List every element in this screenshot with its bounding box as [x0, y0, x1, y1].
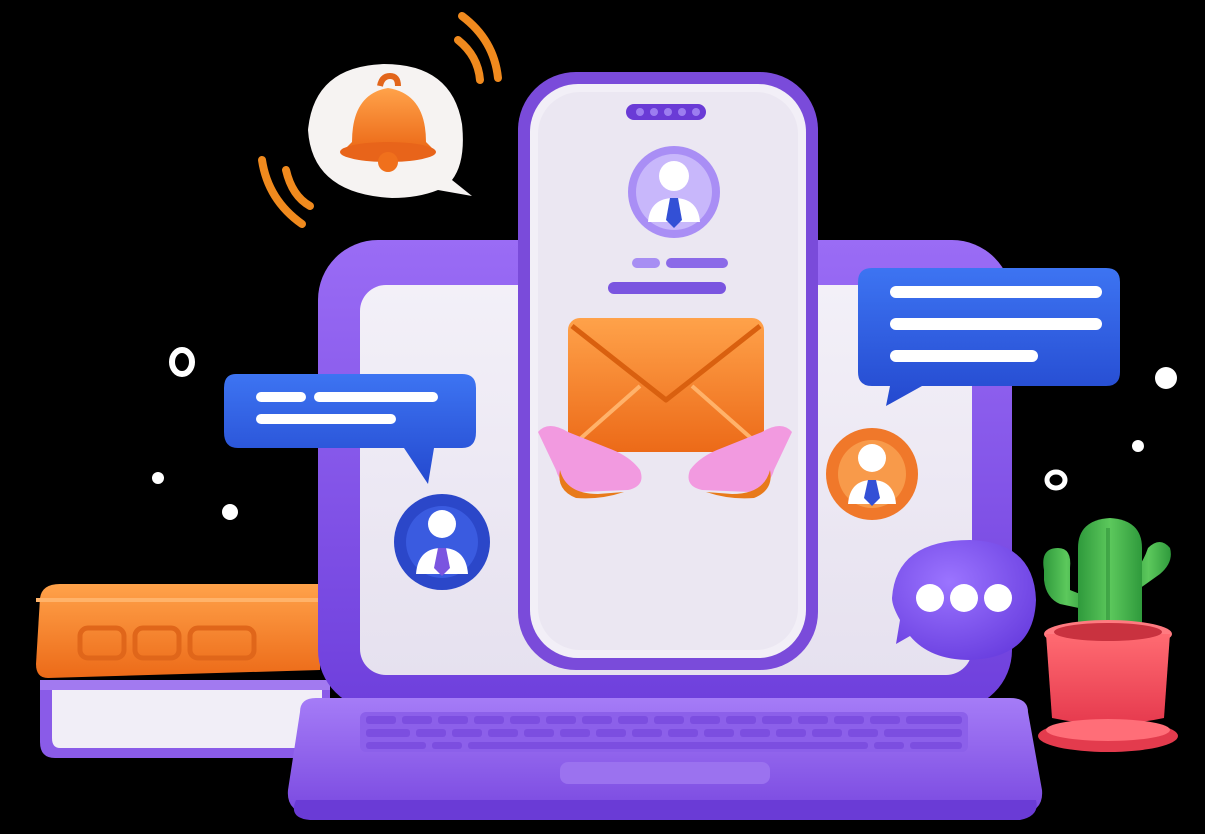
- phone-text-line: [632, 258, 660, 268]
- user-avatar-icon: [394, 494, 490, 590]
- bubble-text-line: [314, 392, 438, 402]
- user-avatar-icon: [628, 146, 720, 238]
- phone-text-line: [608, 282, 726, 294]
- laptop-trackpad: [560, 762, 770, 784]
- bubble-text-line: [256, 414, 396, 424]
- books-icon: [36, 584, 330, 758]
- bubble-text-line: [890, 286, 1102, 298]
- laptop-keyboard: [360, 712, 968, 752]
- illustration-scene: [0, 0, 1205, 834]
- book-orange: [36, 584, 320, 678]
- bubble-text-line: [256, 392, 306, 402]
- chat-bubble-icon: [858, 268, 1120, 406]
- smartphone-icon: [518, 72, 818, 670]
- bubble-text-line: [890, 318, 1102, 330]
- bubble-text-line: [890, 350, 1038, 362]
- bell-notification-bubble: [258, 12, 502, 228]
- scene-svg: [36, 12, 1178, 820]
- envelope-icon: [568, 318, 764, 452]
- book-purple: [40, 680, 330, 758]
- user-avatar-icon: [826, 428, 918, 520]
- phone-text-line: [666, 258, 728, 268]
- cactus-icon: [1038, 518, 1178, 752]
